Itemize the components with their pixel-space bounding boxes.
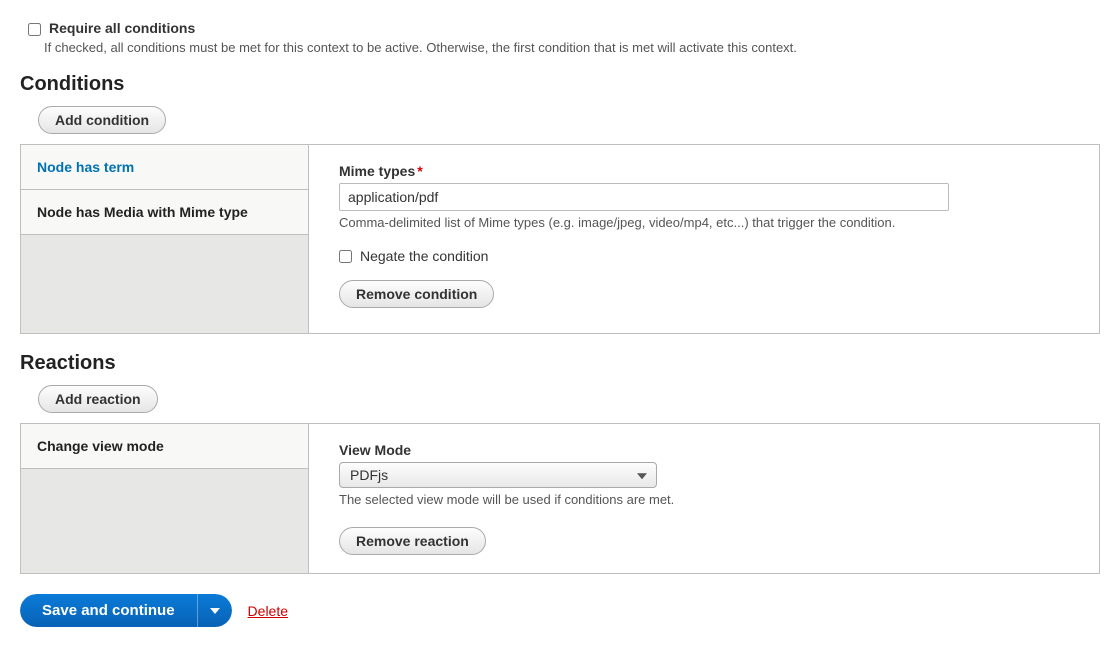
tab-change-view-mode[interactable]: Change view mode bbox=[21, 424, 308, 469]
require-conditions-field: Require all conditions If checked, all c… bbox=[20, 20, 1100, 55]
save-and-continue-button[interactable]: Save and continue bbox=[20, 594, 197, 627]
tab-node-has-term[interactable]: Node has term bbox=[21, 145, 308, 190]
view-mode-select-wrap: PDFjs bbox=[339, 462, 657, 488]
mime-types-input[interactable] bbox=[339, 183, 949, 211]
reactions-detail: View Mode PDFjs The selected view mode w… bbox=[309, 424, 1099, 573]
conditions-detail: Mime types* Comma-delimited list of Mime… bbox=[309, 145, 1099, 333]
tab-label: Change view mode bbox=[37, 438, 164, 454]
chevron-down-icon bbox=[210, 608, 220, 614]
save-dropdown-toggle[interactable] bbox=[197, 594, 232, 627]
remove-condition-button[interactable]: Remove condition bbox=[339, 280, 494, 308]
required-marker: * bbox=[417, 163, 422, 179]
add-condition-button[interactable]: Add condition bbox=[38, 106, 166, 134]
view-mode-select[interactable]: PDFjs bbox=[339, 462, 657, 488]
reactions-panel: Change view mode View Mode PDFjs The sel… bbox=[20, 423, 1100, 574]
require-conditions-checkbox[interactable] bbox=[28, 23, 41, 36]
save-split-button: Save and continue bbox=[20, 594, 232, 627]
mime-types-label: Mime types* bbox=[339, 163, 1069, 179]
tab-label: Node has term bbox=[37, 159, 134, 175]
tab-node-has-media-mime[interactable]: Node has Media with Mime type bbox=[21, 190, 308, 235]
negate-condition-checkbox[interactable] bbox=[339, 250, 352, 263]
remove-reaction-button[interactable]: Remove reaction bbox=[339, 527, 486, 555]
negate-condition-label: Negate the condition bbox=[360, 248, 488, 264]
reactions-tabs: Change view mode bbox=[21, 424, 309, 573]
delete-link[interactable]: Delete bbox=[248, 603, 288, 619]
conditions-tabs: Node has term Node has Media with Mime t… bbox=[21, 145, 309, 333]
mime-types-help: Comma-delimited list of Mime types (e.g.… bbox=[339, 215, 1069, 230]
require-conditions-description: If checked, all conditions must be met f… bbox=[44, 40, 1100, 55]
mime-types-label-text: Mime types bbox=[339, 163, 415, 179]
conditions-title: Conditions bbox=[20, 73, 1100, 96]
conditions-panel: Node has term Node has Media with Mime t… bbox=[20, 144, 1100, 334]
tab-label: Node has Media with Mime type bbox=[37, 204, 248, 220]
add-reaction-button[interactable]: Add reaction bbox=[38, 385, 158, 413]
view-mode-help: The selected view mode will be used if c… bbox=[339, 492, 1069, 507]
view-mode-label: View Mode bbox=[339, 442, 1069, 458]
reactions-title: Reactions bbox=[20, 352, 1100, 375]
require-conditions-label: Require all conditions bbox=[49, 20, 195, 36]
actions-bar: Save and continue Delete bbox=[20, 594, 1100, 627]
